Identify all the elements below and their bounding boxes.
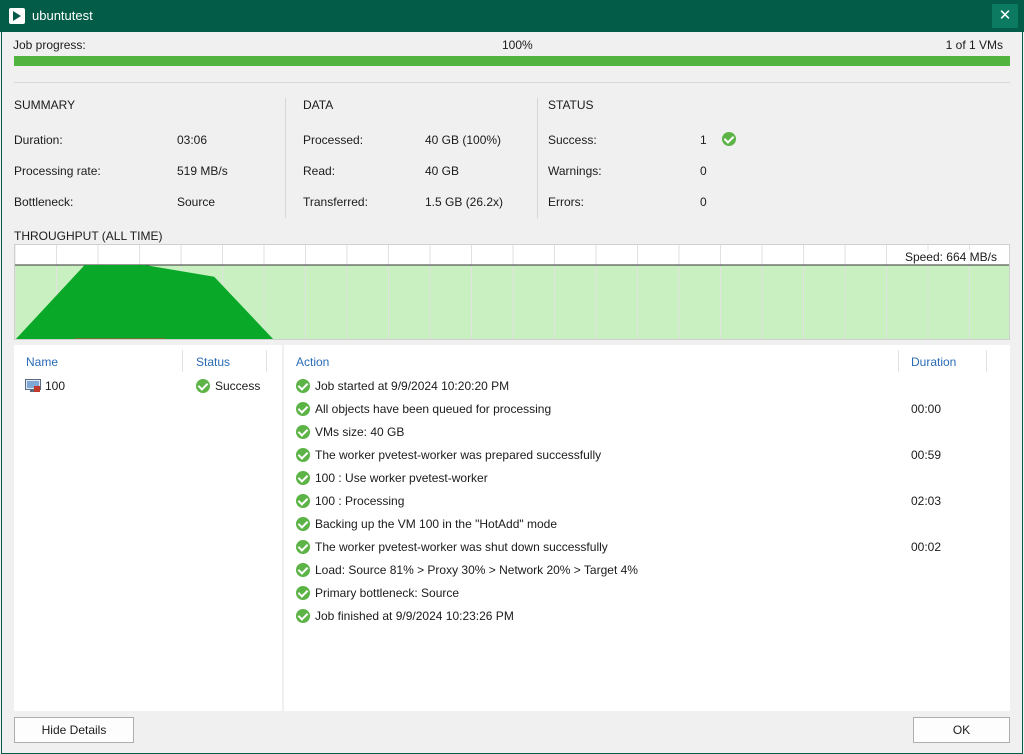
title-bar: ubuntutest ✕ bbox=[0, 0, 1024, 32]
success-check-icon bbox=[296, 471, 310, 485]
success-check-icon bbox=[296, 379, 310, 393]
success-check-icon bbox=[296, 402, 310, 416]
throughput-chart-svg bbox=[15, 245, 1010, 340]
log-action: The worker pvetest-worker was prepared s… bbox=[315, 448, 601, 462]
log-duration: 00:59 bbox=[911, 448, 941, 462]
log-row[interactable]: 100 : Use worker pvetest-worker bbox=[284, 468, 1010, 490]
throughput-title: THROUGHPUT (ALL TIME) bbox=[14, 229, 162, 243]
job-progress-count: 1 of 1 VMs bbox=[946, 38, 1003, 52]
job-progress-bar bbox=[14, 56, 1010, 66]
log-row[interactable]: The worker pvetest-worker was prepared s… bbox=[284, 445, 1010, 467]
column-header-name[interactable]: Name bbox=[26, 355, 58, 369]
success-check-icon bbox=[296, 540, 310, 554]
column-divider bbox=[266, 350, 267, 372]
job-progress-percent: 100% bbox=[502, 38, 533, 52]
log-action: All objects have been queued for process… bbox=[315, 402, 551, 416]
bottleneck-label: Bottleneck: bbox=[14, 195, 73, 209]
errors-value: 0 bbox=[700, 195, 707, 209]
column-header-action[interactable]: Action bbox=[296, 355, 329, 369]
column-header-status[interactable]: Status bbox=[196, 355, 230, 369]
table-row[interactable]: 100 Success bbox=[14, 375, 282, 397]
data-title: DATA bbox=[303, 98, 333, 112]
warnings-label: Warnings: bbox=[548, 164, 602, 178]
job-progress-fill bbox=[14, 56, 1010, 66]
hide-details-button[interactable]: Hide Details bbox=[14, 717, 134, 743]
vm-name: 100 bbox=[45, 379, 65, 393]
log-duration: 00:00 bbox=[911, 402, 941, 416]
log-row[interactable]: The worker pvetest-worker was shut down … bbox=[284, 537, 1010, 559]
job-progress-label: Job progress: bbox=[13, 38, 86, 52]
veeam-job-icon bbox=[8, 7, 26, 25]
bottleneck-value: Source bbox=[177, 195, 215, 209]
log-action: VMs size: 40 GB bbox=[315, 425, 404, 439]
transferred-value: 1.5 GB (26.2x) bbox=[425, 195, 503, 209]
column-divider bbox=[898, 350, 899, 372]
objects-list: Name Status 100 Success bbox=[14, 345, 282, 711]
success-check-icon bbox=[296, 563, 310, 577]
log-action: Load: Source 81% > Proxy 30% > Network 2… bbox=[315, 563, 638, 577]
speed-label: Speed: 664 MB/s bbox=[903, 250, 999, 264]
processed-value: 40 GB (100%) bbox=[425, 133, 501, 147]
log-row[interactable]: All objects have been queued for process… bbox=[284, 399, 1010, 421]
success-value: 1 bbox=[700, 133, 707, 147]
log-action: Job started at 9/9/2024 10:20:20 PM bbox=[315, 379, 509, 393]
log-row[interactable]: 100 : Processing 02:03 bbox=[284, 491, 1010, 513]
log-action: Job finished at 9/9/2024 10:23:26 PM bbox=[315, 609, 514, 623]
log-duration: 00:02 bbox=[911, 540, 941, 554]
success-check-icon bbox=[722, 132, 736, 146]
window-title: ubuntutest bbox=[32, 8, 93, 23]
close-icon: ✕ bbox=[999, 7, 1012, 24]
processing-rate-value: 519 MB/s bbox=[177, 164, 228, 178]
divider bbox=[537, 98, 538, 218]
log-action: Primary bottleneck: Source bbox=[315, 586, 459, 600]
transferred-label: Transferred: bbox=[303, 195, 368, 209]
close-button[interactable]: ✕ bbox=[992, 4, 1018, 28]
duration-label: Duration: bbox=[14, 133, 63, 147]
log-row[interactable]: Job finished at 9/9/2024 10:23:26 PM bbox=[284, 606, 1010, 628]
errors-label: Errors: bbox=[548, 195, 584, 209]
success-check-icon bbox=[196, 379, 210, 393]
log-row[interactable]: Backing up the VM 100 in the "HotAdd" mo… bbox=[284, 514, 1010, 536]
column-divider bbox=[986, 350, 987, 372]
read-value: 40 GB bbox=[425, 164, 459, 178]
success-label: Success: bbox=[548, 133, 597, 147]
summary-title: SUMMARY bbox=[14, 98, 75, 112]
vm-status: Success bbox=[215, 379, 260, 393]
processed-label: Processed: bbox=[303, 133, 363, 147]
success-check-icon bbox=[296, 609, 310, 623]
success-check-icon bbox=[296, 494, 310, 508]
success-check-icon bbox=[296, 517, 310, 531]
log-duration: 02:03 bbox=[911, 494, 941, 508]
column-header-duration[interactable]: Duration bbox=[911, 355, 956, 369]
ok-button[interactable]: OK bbox=[913, 717, 1010, 743]
success-check-icon bbox=[296, 448, 310, 462]
read-label: Read: bbox=[303, 164, 335, 178]
log-action: 100 : Processing bbox=[315, 494, 404, 508]
log-action: 100 : Use worker pvetest-worker bbox=[315, 471, 488, 485]
divider bbox=[14, 82, 1010, 83]
column-divider bbox=[182, 350, 183, 372]
log-row[interactable]: Job started at 9/9/2024 10:20:20 PM bbox=[284, 376, 1010, 398]
log-action: Backing up the VM 100 in the "HotAdd" mo… bbox=[315, 517, 557, 531]
duration-value: 03:06 bbox=[177, 133, 207, 147]
log-row[interactable]: VMs size: 40 GB bbox=[284, 422, 1010, 444]
log-action: The worker pvetest-worker was shut down … bbox=[315, 540, 608, 554]
processing-rate-label: Processing rate: bbox=[14, 164, 101, 178]
success-check-icon bbox=[296, 425, 310, 439]
log-row[interactable]: Load: Source 81% > Proxy 30% > Network 2… bbox=[284, 560, 1010, 582]
action-log: Action Duration Job started at 9/9/2024 … bbox=[284, 345, 1010, 711]
vm-icon bbox=[25, 379, 41, 393]
warnings-value: 0 bbox=[700, 164, 707, 178]
log-row[interactable]: Primary bottleneck: Source bbox=[284, 583, 1010, 605]
divider bbox=[285, 98, 286, 218]
success-check-icon bbox=[296, 586, 310, 600]
throughput-chart: Speed: 664 MB/s bbox=[14, 244, 1010, 340]
status-title: STATUS bbox=[548, 98, 594, 112]
